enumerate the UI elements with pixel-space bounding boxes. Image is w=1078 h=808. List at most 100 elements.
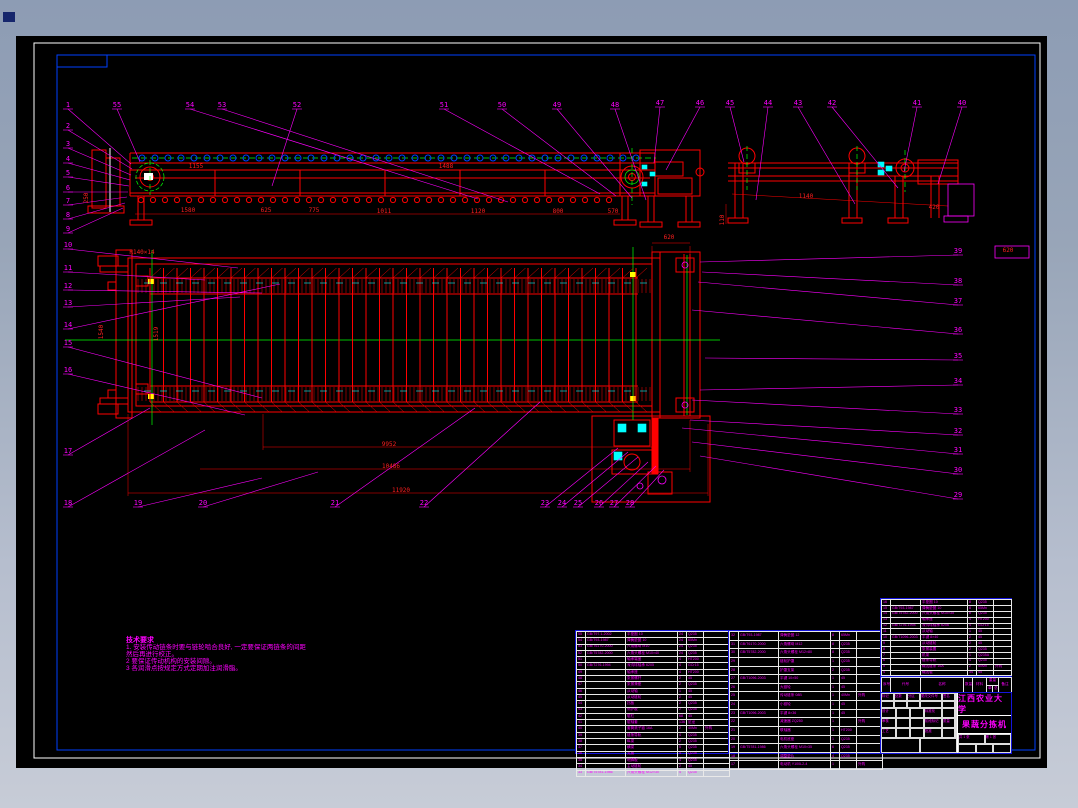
leader-line — [116, 108, 141, 163]
bom-row: 22 减速器 ZQ250 1 外购 — [729, 717, 883, 727]
balloon-number: 34 — [954, 377, 962, 385]
leader-line — [67, 108, 132, 165]
end-view-geometry — [725, 147, 959, 224]
balloon-number: 39 — [954, 247, 962, 255]
tb-doc: 更改文件号 — [920, 693, 942, 701]
balloon-number: 21 — [331, 499, 339, 507]
balloon-number: 42 — [828, 99, 836, 107]
dimension-label: 11920 — [392, 487, 410, 494]
dimension-labels: 1155 1488 1580 625 775 1011 1120 800 570 250 1140 4… — [83, 163, 1014, 494]
bom-row: 30 GB/T5782-2000 六角头螺栓 M12×80 8 Q235 — [729, 648, 883, 658]
dimension-label: 1140 — [799, 193, 814, 200]
title-block-drawing-title: 果蔬分拣机 — [958, 716, 1011, 734]
dimension-label: 1155 — [189, 163, 204, 170]
balloon-number: 52 — [293, 101, 301, 109]
dimension-label: 800 — [553, 208, 564, 215]
leader-line — [629, 469, 665, 508]
bom-col-remark: 备注 — [998, 677, 1012, 693]
title-block: 标记 处数 分区 更改文件号 签名 年月日 设计 标准化 审核 — [880, 692, 1012, 754]
tb-stage: 阶段标记 — [924, 718, 942, 728]
balloon-number: 33 — [954, 406, 962, 414]
bom-col-no: 序号 — [881, 677, 891, 693]
leader-line — [67, 289, 263, 294]
leader-line — [67, 162, 131, 181]
leader-line — [67, 429, 206, 508]
note-line: 然后再进行校正。 — [126, 651, 178, 658]
tb-approve: 批准 — [924, 728, 942, 738]
balloon-number: 45 — [726, 99, 734, 107]
leader-line — [681, 427, 959, 455]
tb-count: 处数 — [894, 693, 907, 701]
balloon-number: 12 — [64, 282, 72, 290]
bom-row: 31 GB/T6170-2000 六角螺母 M12 8 Q235 — [729, 639, 883, 650]
balloon-number: 17 — [64, 447, 72, 455]
leader-line — [443, 108, 601, 195]
balloon-number: 55 — [113, 101, 121, 109]
balloon-number: 13 — [64, 299, 72, 307]
tb-date: 年月日 — [955, 693, 957, 701]
bom-col-qty: 数量 — [963, 677, 973, 693]
note-line: 1. 安装传动链条时要与链轮啮合良好, 一定要保证两链条的间距 — [126, 644, 306, 651]
balloon-number: 35 — [954, 352, 962, 360]
balloon-number: 46 — [696, 99, 704, 107]
dimension-label: 10486 — [382, 463, 400, 470]
balloon-number: 41 — [913, 99, 921, 107]
leader-line — [67, 296, 241, 308]
leader-line — [699, 254, 959, 263]
side-view-geometry — [87, 148, 705, 228]
bom-row: 33 GB/T5781-1986 六角头螺栓 M12×30 4 Q235 — [576, 769, 730, 777]
leader-line — [653, 106, 661, 164]
technical-notes: 技术要求 1. 安装传动链条时要与链轮啮合良好, 一定要保证两链条的间距 然后再进… — [126, 637, 306, 672]
bom-row: 24 小链轮 1 45 — [729, 700, 883, 710]
tb-mark: 标记 — [881, 693, 894, 701]
leader-line — [202, 471, 319, 508]
leader-line — [729, 106, 745, 163]
leader-line — [691, 399, 959, 415]
balloon-number: 7 — [66, 197, 70, 205]
bom-table-left: 55 GB/T97.1-2002 平垫圈 10 24 Q235 54 GB/T93-1987… — [575, 630, 730, 777]
balloon-number: 10 — [64, 241, 72, 249]
leader-line — [613, 465, 657, 508]
leader-line — [697, 281, 959, 306]
balloon-number: 43 — [794, 99, 802, 107]
bom-row: 17 电动机 Y100L2-4 1 外购 — [729, 760, 883, 770]
balloon-number: 14 — [64, 321, 72, 329]
tb-scale: 比例 — [955, 718, 957, 728]
bom-col-code: 代号 — [890, 677, 921, 693]
leader-line — [67, 207, 124, 234]
balloon-number: 30 — [954, 466, 962, 474]
bom-row: 29 链轮护罩 1 Q235 — [729, 656, 883, 667]
balloon-number: 9 — [66, 225, 70, 233]
balloon-number: 8 — [66, 211, 70, 219]
balloon-number: 53 — [218, 101, 226, 109]
balloon-number: 18 — [64, 499, 72, 507]
bom-row: 18 调整垫片 4 Q235 — [729, 751, 883, 762]
tb-check: 审核 — [881, 718, 896, 728]
dimension-label: 420 — [929, 204, 940, 211]
balloon-number: 19 — [134, 499, 142, 507]
bom-col-mat: 材料 — [972, 677, 987, 693]
bom-table-side: 16 平垫圈 10 8 Q235 15 GB/T93-1987 弹簧垫圈 10 8 65Mn 14… — [880, 598, 1012, 694]
leader-line — [691, 309, 959, 335]
leader-line — [67, 407, 151, 456]
leader-line — [67, 129, 133, 170]
balloon-number: 22 — [420, 499, 428, 507]
tb-weight: 质量 — [942, 718, 955, 728]
leader-line — [189, 108, 479, 200]
tb-process: 工艺 — [881, 728, 896, 738]
bom-row: 25 传动链条 08B 1 40Mn 外购 — [729, 691, 883, 701]
leader-line — [67, 147, 132, 176]
dimension-label: 1519 — [153, 326, 160, 341]
balloon-number: 20 — [199, 499, 207, 507]
bom-row: 27 GB/T1096-2003 平键 10×50 1 45 — [729, 674, 883, 684]
tb-sheet: 第 1 张 — [984, 734, 1011, 744]
leader-line — [699, 455, 959, 500]
dimension-label: 775 — [309, 207, 320, 214]
cad-viewport[interactable]: 1 2 3 4 5 6 7 8 9 10 11 12 13 14 15 16 17 18 19 20 21 22 23 24 2… — [0, 0, 1078, 808]
balloon-number: 36 — [954, 326, 962, 334]
balloon-number: 15 — [64, 339, 72, 347]
dimension-label: 620 — [1003, 247, 1014, 254]
leader-line — [755, 106, 769, 201]
bom-row: 21 联轴器 1 HT200 — [729, 725, 883, 736]
dimension-label: R140×14 — [129, 249, 155, 256]
